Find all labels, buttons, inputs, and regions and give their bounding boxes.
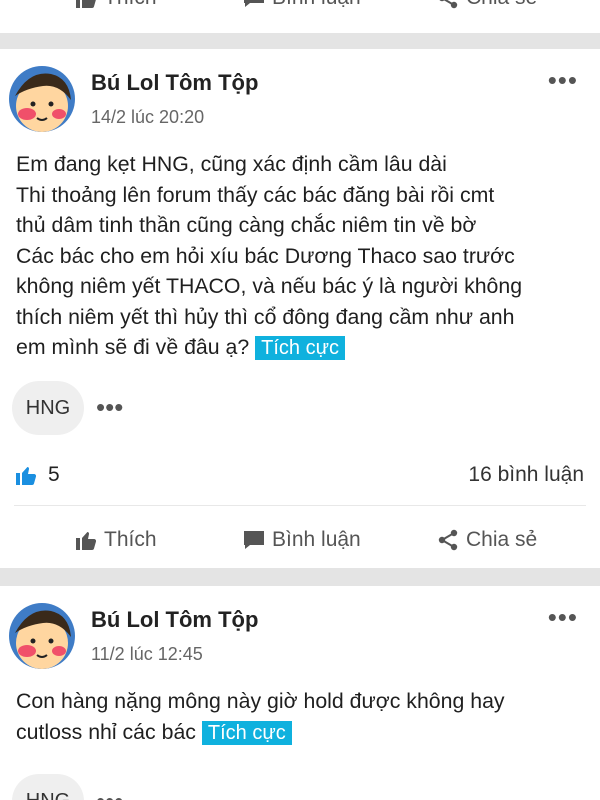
separator-line bbox=[14, 505, 586, 506]
like-button[interactable]: Thích bbox=[74, 0, 157, 10]
avatar-image bbox=[9, 603, 75, 669]
comment-button[interactable]: Bình luận bbox=[242, 0, 361, 10]
post-line: em mình sẽ đi về đâu ạ? bbox=[16, 335, 250, 359]
section-divider bbox=[0, 568, 600, 586]
share-button[interactable]: Chia sẻ bbox=[436, 0, 537, 10]
share-label: Chia sẻ bbox=[466, 0, 537, 10]
comment-label: Bình luận bbox=[272, 0, 361, 10]
like-label: Thích bbox=[104, 0, 157, 10]
sentiment-tag[interactable]: Tích cực bbox=[255, 336, 345, 360]
post-card: Bú Lol Tôm Tộp 14/2 lúc 20:20 ••• Em đan… bbox=[0, 49, 600, 568]
like-count-value: 5 bbox=[48, 463, 60, 486]
comment-button[interactable]: Bình luận bbox=[242, 528, 361, 552]
share-icon bbox=[439, 0, 458, 9]
post-content: Em đang kẹt HNG, cũng xác định cầm lâu d… bbox=[16, 149, 588, 364]
post-line: Em đang kẹt HNG, cũng xác định cầm lâu d… bbox=[16, 152, 447, 176]
ticker-chip[interactable]: HNG bbox=[12, 381, 84, 435]
like-count[interactable]: 5 bbox=[14, 463, 60, 487]
post-line: không niêm yết THACO, và nếu bác ý là ng… bbox=[16, 274, 523, 298]
post-line: cutloss nhỉ các bác bbox=[16, 719, 196, 744]
thumbs-up-icon bbox=[76, 0, 96, 8]
post-time: 14/2 lúc 20:20 bbox=[91, 107, 205, 127]
post-card: Bú Lol Tôm Tộp 11/2 lúc 12:45 ••• Con hà… bbox=[0, 586, 600, 800]
ticker-chip[interactable]: HNG bbox=[12, 774, 84, 800]
thumbs-up-icon bbox=[76, 532, 97, 550]
share-button[interactable]: Chia sẻ bbox=[436, 528, 537, 552]
author-name[interactable]: Bú Lol Tôm Tộp bbox=[91, 607, 258, 633]
post-line: Các bác cho em hỏi xíu bác Dương Thaco s… bbox=[16, 243, 515, 268]
post-action-bar: Thích Bình luận Chia sẻ bbox=[0, 512, 600, 568]
post-line-last: em mình sẽ đi về đâu ạ? Tích cực bbox=[16, 332, 588, 364]
post-line: Con hàng nặng mông này giờ hold được khô… bbox=[16, 689, 505, 713]
share-icon bbox=[438, 529, 458, 551]
share-label: Chia sẻ bbox=[466, 528, 538, 551]
comment-icon bbox=[244, 0, 264, 7]
avatar[interactable] bbox=[9, 603, 75, 669]
top-action-bar: Thích Bình luận Chia sẻ bbox=[0, 0, 600, 26]
chip-more-icon[interactable]: ••• bbox=[96, 788, 123, 800]
sentiment-tag[interactable]: Tích cực bbox=[201, 720, 292, 745]
more-options-icon[interactable]: ••• bbox=[548, 67, 578, 93]
avatar[interactable] bbox=[9, 66, 75, 132]
post-line: Thi thoảng lên forum thấy các bác đăng b… bbox=[16, 182, 495, 207]
post-line: thủ dâm tinh thần cũng càng chắc niêm ti… bbox=[16, 213, 477, 237]
post-time: 11/2 lúc 12:45 bbox=[91, 644, 203, 664]
post-line: thích niêm yết thì hủy thì cổ đông đang … bbox=[16, 304, 515, 329]
comment-count[interactable]: 16 bình luận bbox=[468, 463, 584, 487]
thumbs-up-icon bbox=[16, 467, 37, 485]
comment-icon bbox=[244, 531, 264, 549]
avatar-image bbox=[9, 66, 75, 132]
like-label: Thích bbox=[104, 528, 157, 551]
chip-more-icon[interactable]: ••• bbox=[96, 394, 123, 420]
more-options-icon[interactable]: ••• bbox=[548, 604, 578, 630]
author-name[interactable]: Bú Lol Tôm Tộp bbox=[91, 70, 258, 96]
section-divider bbox=[0, 33, 600, 49]
post-content: Con hàng nặng mông này giờ hold được khô… bbox=[16, 686, 588, 748]
post-stats: 5 16 bình luận bbox=[0, 463, 600, 493]
comment-label: Bình luận bbox=[272, 528, 361, 551]
like-button[interactable]: Thích bbox=[74, 528, 157, 552]
post-line-last: cutloss nhỉ các bác Tích cực bbox=[16, 717, 588, 749]
